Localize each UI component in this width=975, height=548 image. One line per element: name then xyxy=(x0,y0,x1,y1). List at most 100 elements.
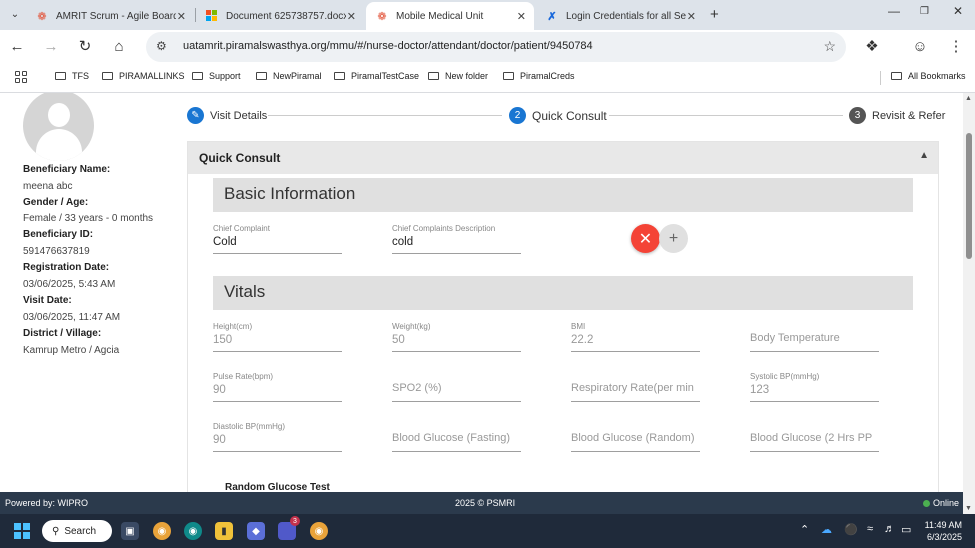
folder-icon xyxy=(428,72,439,80)
file-explorer-icon[interactable]: ▮ xyxy=(215,522,233,540)
chrome-icon[interactable]: ◉ xyxy=(310,522,328,540)
height-field[interactable]: Height(cm) 150 xyxy=(213,322,342,352)
bookmark-newpiramal[interactable]: NewPiramal xyxy=(256,71,322,81)
bookmark-piramaltestcase[interactable]: PiramalTestCase xyxy=(334,71,419,81)
systolic-bp-field[interactable]: Systolic BP(mmHg) 123 xyxy=(750,372,879,402)
forward-arrow-icon[interactable]: → xyxy=(41,36,61,56)
chevron-up-icon[interactable]: ▲ xyxy=(919,150,929,161)
chief-complaint-field[interactable]: Chief Complaint Cold xyxy=(213,224,342,254)
all-bookmarks[interactable]: All Bookmarks xyxy=(891,71,966,81)
bookmark-new-folder[interactable]: New folder xyxy=(428,71,488,81)
bmi-field[interactable]: BMI 22.2 xyxy=(571,322,700,352)
tab-document[interactable]: Document 625738757.docx ✕ xyxy=(196,2,364,30)
folder-icon xyxy=(334,72,345,80)
weight-field[interactable]: Weight(kg) 50 xyxy=(392,322,521,352)
taskbar-clock[interactable]: 11:49 AM 6/3/2025 xyxy=(922,519,962,543)
tab-amrit-scrum[interactable]: ❁ AMRIT Scrum - Agile Board ✕ xyxy=(26,2,194,30)
step-connector xyxy=(609,115,843,116)
close-window-icon[interactable]: ✕ xyxy=(953,4,963,18)
scroll-up-arrow-icon[interactable]: ▲ xyxy=(965,95,972,102)
bookmark-piramallinks[interactable]: PIRAMALLINKS xyxy=(102,71,185,81)
extensions-icon[interactable]: ❖ xyxy=(862,36,882,56)
bookmark-piramalcreds[interactable]: PiramalCreds xyxy=(503,71,575,81)
body-temperature-field[interactable]: Body Temperature xyxy=(750,322,879,352)
tab-search-chevron-icon[interactable]: ⌄ xyxy=(6,5,24,23)
url-text[interactable]: uatamrit.piramalswasthya.org/mmu/#/nurse… xyxy=(183,40,593,52)
step-quick-consult[interactable]: 2 Quick Consult xyxy=(509,107,607,124)
gender-age: Female / 33 years - 0 months xyxy=(23,213,154,224)
powered-by: Powered by: WIPRO xyxy=(5,498,89,508)
menu-kebab-icon[interactable]: ⋮ xyxy=(946,36,966,56)
chevron-up-icon[interactable]: ⌃ xyxy=(800,523,809,536)
browser-toolbar: ← → ↻ ⌂ ⚙ uatamrit.piramalswasthya.org/m… xyxy=(0,30,975,63)
wifi-icon[interactable]: ≈ xyxy=(867,523,873,535)
scrollbar-thumb[interactable] xyxy=(966,133,972,259)
teams-icon[interactable]: 3 xyxy=(278,516,300,540)
quick-consult-panel: Quick Consult ▲ Basic Information Chief … xyxy=(187,141,939,492)
home-icon[interactable]: ⌂ xyxy=(109,36,129,56)
microsoft-365-icon[interactable]: ◆ xyxy=(247,522,265,540)
profile-icon[interactable]: ☺ xyxy=(910,36,930,56)
avatar xyxy=(23,93,94,161)
taskbar-search[interactable]: ⚲ Search xyxy=(42,520,112,542)
mmu-icon: ❁ xyxy=(377,10,387,23)
respiratory-rate-field[interactable]: Respiratory Rate(per min xyxy=(571,372,700,402)
chrome-icon[interactable]: ◉ xyxy=(153,522,171,540)
restore-icon[interactable]: ❐ xyxy=(920,6,929,17)
back-arrow-icon[interactable]: ← xyxy=(7,36,27,56)
folder-icon xyxy=(891,72,902,80)
pulse-rate-field[interactable]: Pulse Rate(bpm) 90 xyxy=(213,372,342,402)
windows-start-icon[interactable] xyxy=(14,523,30,539)
remove-complaint-button[interactable]: ✕ xyxy=(631,224,660,253)
volume-icon[interactable]: ♬ xyxy=(884,523,895,535)
task-view-icon[interactable]: ▣ xyxy=(121,522,139,540)
bookmarks-separator xyxy=(880,71,881,85)
minimize-icon[interactable]: — xyxy=(888,4,900,18)
online-status: Online xyxy=(922,498,959,508)
vitals-heading: Vitals xyxy=(213,276,913,310)
windows-taskbar: ⚲ Search ▣ ◉ ◉ ▮ ◆ 3 ◉ ⌃ ☁ ⚫ ≈ ♬ ▭ 11:49… xyxy=(0,514,975,548)
close-icon[interactable]: ✕ xyxy=(177,10,186,23)
confluence-icon: ✗ xyxy=(547,10,557,23)
battery-icon[interactable]: ▭ xyxy=(901,523,911,536)
blood-glucose-2hrs-pp-field[interactable]: Blood Glucose (2 Hrs PP xyxy=(750,422,879,452)
close-icon[interactable]: ✕ xyxy=(517,10,526,23)
bookmark-tfs[interactable]: TFS xyxy=(55,71,89,81)
beneficiary-name: meena abc xyxy=(23,181,73,192)
close-icon: ✕ xyxy=(638,230,653,248)
blood-glucose-random-field[interactable]: Blood Glucose (Random) xyxy=(571,422,700,452)
site-settings-icon[interactable]: ⚙ xyxy=(156,39,167,53)
chief-complaint-description-field[interactable]: Chief Complaints Description cold xyxy=(392,224,521,254)
tab-mobile-medical-unit[interactable]: ❁ Mobile Medical Unit ✕ xyxy=(366,2,534,30)
bookmark-support[interactable]: Support xyxy=(192,71,241,81)
visit-date-label: Visit Date: xyxy=(23,295,72,306)
spo2-field[interactable]: SPO2 (%) xyxy=(392,372,521,402)
mic-muted-icon[interactable]: ⚫ xyxy=(844,523,858,536)
quick-consult-header[interactable]: Quick Consult ▲ xyxy=(188,142,938,174)
step-revisit-refer[interactable]: 3 Revisit & Refer xyxy=(849,107,945,124)
edge-icon[interactable]: ◉ xyxy=(184,522,202,540)
close-icon[interactable]: ✕ xyxy=(347,10,356,23)
bookmark-star-icon[interactable]: ☆ xyxy=(823,38,836,55)
folder-icon xyxy=(55,72,66,80)
address-bar[interactable]: ⚙ uatamrit.piramalswasthya.org/mmu/#/nur… xyxy=(146,32,846,62)
reload-icon[interactable]: ↻ xyxy=(75,36,95,56)
page-scrollbar[interactable]: ▲ ▼ xyxy=(963,93,975,514)
tab-login-credentials[interactable]: ✗ Login Credentials for all Ser ✕ xyxy=(536,2,704,30)
scroll-down-arrow-icon[interactable]: ▼ xyxy=(965,505,972,512)
folder-icon xyxy=(256,72,267,80)
plus-icon: + xyxy=(668,229,679,247)
blood-glucose-fasting-field[interactable]: Blood Glucose (Fasting) xyxy=(392,422,521,452)
district-village: Kamrup Metro / Agcia xyxy=(23,345,120,356)
new-tab-button[interactable]: + xyxy=(710,6,719,23)
panel-title: Quick Consult xyxy=(199,151,281,165)
diastolic-bp-field[interactable]: Diastolic BP(mmHg) 90 xyxy=(213,422,342,452)
folder-icon xyxy=(192,72,203,80)
folder-icon xyxy=(102,72,113,80)
onedrive-icon[interactable]: ☁ xyxy=(821,523,832,536)
step-visit-details[interactable]: ✎ Visit Details xyxy=(187,107,267,124)
jira-icon: ❁ xyxy=(37,10,47,23)
apps-grid-icon[interactable] xyxy=(15,71,27,83)
close-icon[interactable]: ✕ xyxy=(687,10,696,23)
add-complaint-button[interactable]: + xyxy=(659,224,688,253)
